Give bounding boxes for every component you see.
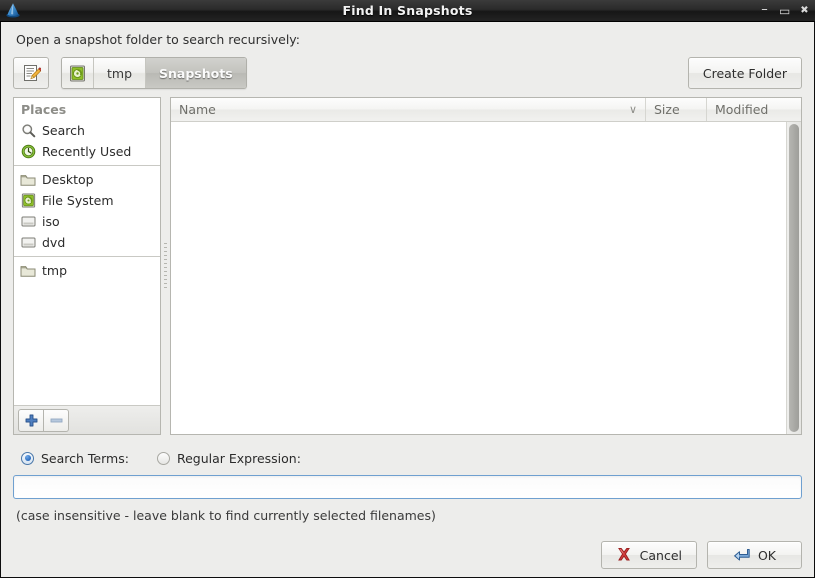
sidebar-separator bbox=[14, 165, 160, 166]
search-hint-label: (case insensitive - leave blank to find … bbox=[16, 508, 436, 523]
breadcrumb-item-tmp[interactable]: tmp bbox=[94, 58, 147, 88]
dialog-actions: Cancel OK bbox=[13, 523, 802, 577]
plus-icon bbox=[25, 414, 37, 426]
minimize-icon: – bbox=[761, 2, 768, 17]
sidebar-item-tmp[interactable]: tmp bbox=[14, 260, 160, 281]
splitter-grip bbox=[164, 243, 167, 289]
window-title: Find In Snapshots bbox=[342, 3, 473, 18]
recent-clock-icon bbox=[20, 144, 36, 160]
sidebar-item-label: Recently Used bbox=[42, 144, 132, 159]
search-icon bbox=[20, 123, 36, 139]
sidebar-item-label: iso bbox=[42, 214, 60, 229]
close-icon: ✖ bbox=[800, 5, 809, 16]
window-controls: – ▭ ✖ bbox=[759, 0, 810, 21]
create-folder-button[interactable]: Create Folder bbox=[687, 57, 802, 89]
radio-indicator[interactable] bbox=[156, 451, 170, 465]
file-list-scrollbar[interactable] bbox=[786, 122, 801, 434]
radio-indicator[interactable] bbox=[21, 451, 34, 465]
breadcrumb-item-snapshots[interactable]: Snapshots bbox=[146, 58, 246, 88]
sidebar-item-recently-used[interactable]: Recently Used bbox=[14, 141, 160, 162]
ok-label: OK bbox=[757, 547, 777, 563]
chevron-down-icon: ∨ bbox=[628, 103, 637, 116]
file-list-header: Name ∨ Size Modified bbox=[171, 98, 801, 122]
remove-place-button[interactable] bbox=[44, 408, 69, 432]
drive-media-icon bbox=[20, 235, 36, 251]
type-filename-toggle-button[interactable] bbox=[13, 57, 49, 89]
blue-enter-arrow-icon bbox=[733, 547, 750, 563]
search-input[interactable] bbox=[13, 475, 802, 499]
radio-label: Search Terms: bbox=[41, 450, 129, 466]
column-label: Name bbox=[179, 102, 216, 117]
pane-splitter[interactable] bbox=[161, 97, 170, 435]
folder-icon bbox=[20, 172, 36, 188]
column-header-modified[interactable]: Modified bbox=[707, 98, 801, 121]
radio-label: Regular Expression: bbox=[176, 450, 301, 466]
dialog-body: Open a snapshot folder to search recursi… bbox=[0, 22, 815, 578]
sidebar-separator bbox=[14, 256, 160, 257]
hard-drive-icon bbox=[20, 193, 36, 209]
scrollbar-thumb[interactable] bbox=[789, 124, 799, 432]
cancel-button[interactable]: Cancel bbox=[600, 541, 697, 569]
maximize-button[interactable]: ▭ bbox=[779, 4, 791, 18]
sidebar-item-label: tmp bbox=[42, 263, 68, 278]
places-toolbar bbox=[14, 405, 160, 434]
prompt-label: Open a snapshot folder to search recursi… bbox=[16, 32, 300, 47]
find-in-snapshots-dialog: Find In Snapshots – ▭ ✖ Open a snapshot … bbox=[0, 0, 815, 578]
sidebar-item-iso[interactable]: iso bbox=[14, 211, 160, 232]
browser-panes: Places Search Recently Used Desktop File… bbox=[13, 97, 802, 435]
ok-button[interactable]: OK bbox=[707, 541, 802, 569]
breadcrumb-label: Snapshots bbox=[159, 65, 233, 81]
document-pencil-icon bbox=[21, 63, 41, 83]
radio-regular-expression[interactable]: Regular Expression: bbox=[156, 450, 301, 466]
minus-icon bbox=[50, 418, 62, 422]
search-mode-options: Search Terms: Regular Expression: bbox=[13, 443, 802, 473]
sidebar-item-label: File System bbox=[42, 193, 114, 208]
close-button[interactable]: ✖ bbox=[799, 5, 810, 16]
sidebar-item-file-system[interactable]: File System bbox=[14, 190, 160, 211]
breadcrumb: tmp Snapshots bbox=[61, 57, 247, 89]
breadcrumb-label: tmp bbox=[107, 65, 133, 81]
sidebar-item-desktop[interactable]: Desktop bbox=[14, 169, 160, 190]
column-header-name[interactable]: Name ∨ bbox=[171, 98, 646, 121]
maximize-icon: ▭ bbox=[779, 4, 791, 18]
drive-media-icon bbox=[20, 214, 36, 230]
radio-search-terms[interactable]: Search Terms: bbox=[21, 451, 129, 466]
places-header: Places bbox=[21, 102, 67, 117]
file-list-body[interactable] bbox=[171, 122, 801, 434]
sidebar-item-search[interactable]: Search bbox=[14, 120, 160, 141]
red-x-icon bbox=[616, 547, 632, 563]
create-folder-label: Create Folder bbox=[702, 65, 787, 81]
file-list-pane: Name ∨ Size Modified bbox=[170, 97, 802, 435]
path-toolbar: tmp Snapshots Create Folder bbox=[13, 55, 802, 91]
sidebar-item-dvd[interactable]: dvd bbox=[14, 232, 160, 253]
minimize-button[interactable]: – bbox=[759, 2, 770, 17]
column-label: Modified bbox=[715, 102, 769, 117]
column-label: Size bbox=[654, 102, 680, 117]
breadcrumb-item-filesystem[interactable] bbox=[62, 58, 94, 88]
add-place-button[interactable] bbox=[18, 408, 44, 432]
places-list: Places Search Recently Used Desktop File… bbox=[14, 98, 160, 405]
folder-icon bbox=[20, 263, 36, 279]
hard-drive-icon bbox=[69, 65, 86, 82]
sidebar-item-label: Search bbox=[42, 123, 85, 138]
sidebar-item-label: Desktop bbox=[42, 172, 94, 187]
places-sidebar: Places Search Recently Used Desktop File… bbox=[13, 97, 161, 435]
app-cone-icon bbox=[3, 1, 23, 20]
sidebar-item-label: dvd bbox=[42, 235, 66, 250]
cancel-label: Cancel bbox=[639, 547, 682, 563]
column-header-size[interactable]: Size bbox=[646, 98, 707, 121]
title-bar[interactable]: Find In Snapshots – ▭ ✖ bbox=[0, 0, 815, 22]
